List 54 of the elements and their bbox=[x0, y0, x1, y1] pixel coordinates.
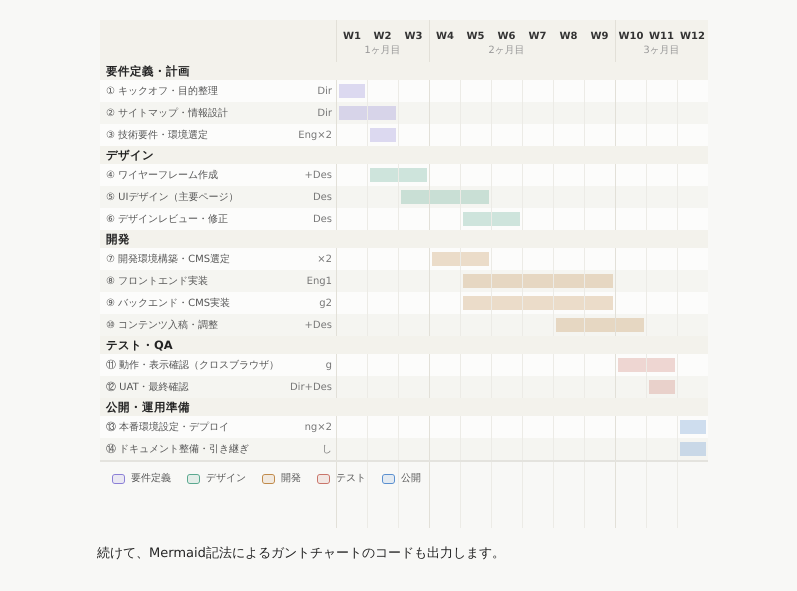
task-name: ⑥ デザインレビュー・修正 bbox=[106, 212, 228, 226]
week-label: W9 bbox=[590, 30, 610, 44]
assignee-label: Dir bbox=[317, 84, 332, 98]
assignee-label: Dir+Des bbox=[290, 380, 332, 394]
task-name: ③ 技術要件・環境選定 bbox=[106, 128, 208, 142]
assignee-label: Des bbox=[312, 212, 332, 226]
week-label: W11 bbox=[648, 30, 675, 44]
footer-text: 続けて、Mermaid記法によるガントチャートのコードも出力します。 bbox=[97, 545, 506, 563]
week-label: W4 bbox=[435, 30, 455, 44]
assignee-label: +Des bbox=[304, 168, 332, 182]
phase-header: デザイン bbox=[100, 146, 708, 164]
legend-label: 公開 bbox=[401, 472, 421, 486]
legend-label: 開発 bbox=[281, 472, 301, 486]
task-name: ② サイトマップ・情報設計 bbox=[106, 106, 228, 120]
month-label: 1ヶ月目 bbox=[364, 44, 401, 58]
task-name: ⑩ コンテンツ入稿・調整 bbox=[106, 318, 218, 332]
legend-label: テスト bbox=[336, 472, 366, 486]
task-name: ⑨ バックエンド・CMS実装 bbox=[106, 296, 230, 310]
assignee-label: Eng×2 bbox=[298, 128, 332, 142]
assignee-label: ng×2 bbox=[304, 420, 332, 434]
month-label: 3ヶ月目 bbox=[643, 44, 680, 58]
week-label: W5 bbox=[466, 30, 486, 44]
task-name: ⑭ ドキュメント整備・引き継ぎ bbox=[106, 442, 250, 456]
phase-header: 開発 bbox=[100, 230, 708, 248]
week-label: W10 bbox=[618, 30, 644, 44]
task-name: ⑤ UIデザイン（主要ページ） bbox=[106, 190, 238, 204]
week-label: W2 bbox=[372, 30, 392, 44]
task-name: ⑧ フロントエンド実装 bbox=[106, 274, 208, 288]
phase-header: 要件定義・計画 bbox=[100, 62, 708, 80]
task-name: ④ ワイヤーフレーム作成 bbox=[106, 168, 218, 182]
assignee-label: Eng1 bbox=[306, 274, 332, 288]
week-label: W3 bbox=[404, 30, 424, 44]
assignee-label: Des bbox=[312, 190, 332, 204]
task-name: ⑪ 動作・表示確認（クロスブラウザ） bbox=[106, 358, 280, 372]
task-name: ① キックオフ・目的整理 bbox=[106, 84, 218, 98]
legend-label: デザイン bbox=[206, 472, 246, 486]
assignee-label: +Des bbox=[304, 318, 332, 332]
task-name: ⑬ 本番環境設定・デプロイ bbox=[106, 420, 230, 434]
week-label: W12 bbox=[679, 30, 706, 44]
assignee-label: g bbox=[326, 358, 332, 372]
assignee-label: Dir bbox=[317, 106, 332, 120]
assignee-label: し bbox=[322, 442, 332, 456]
task-name: ⑦ 開発環境構築・CMS選定 bbox=[106, 252, 230, 266]
week-label: W8 bbox=[558, 30, 578, 44]
legend-label: 要件定義 bbox=[131, 472, 171, 486]
phase-header: テスト・QA bbox=[100, 336, 708, 354]
month-label: 2ヶ月目 bbox=[488, 44, 525, 58]
week-label: W1 bbox=[342, 30, 362, 44]
phase-header: 公開・運用準備 bbox=[100, 398, 708, 416]
task-name: ⑫ UAT・最終確認 bbox=[106, 380, 189, 394]
assignee-label: g2 bbox=[319, 296, 332, 310]
assignee-label: ×2 bbox=[317, 252, 332, 266]
week-label: W7 bbox=[528, 30, 548, 44]
week-label: W6 bbox=[496, 30, 516, 44]
